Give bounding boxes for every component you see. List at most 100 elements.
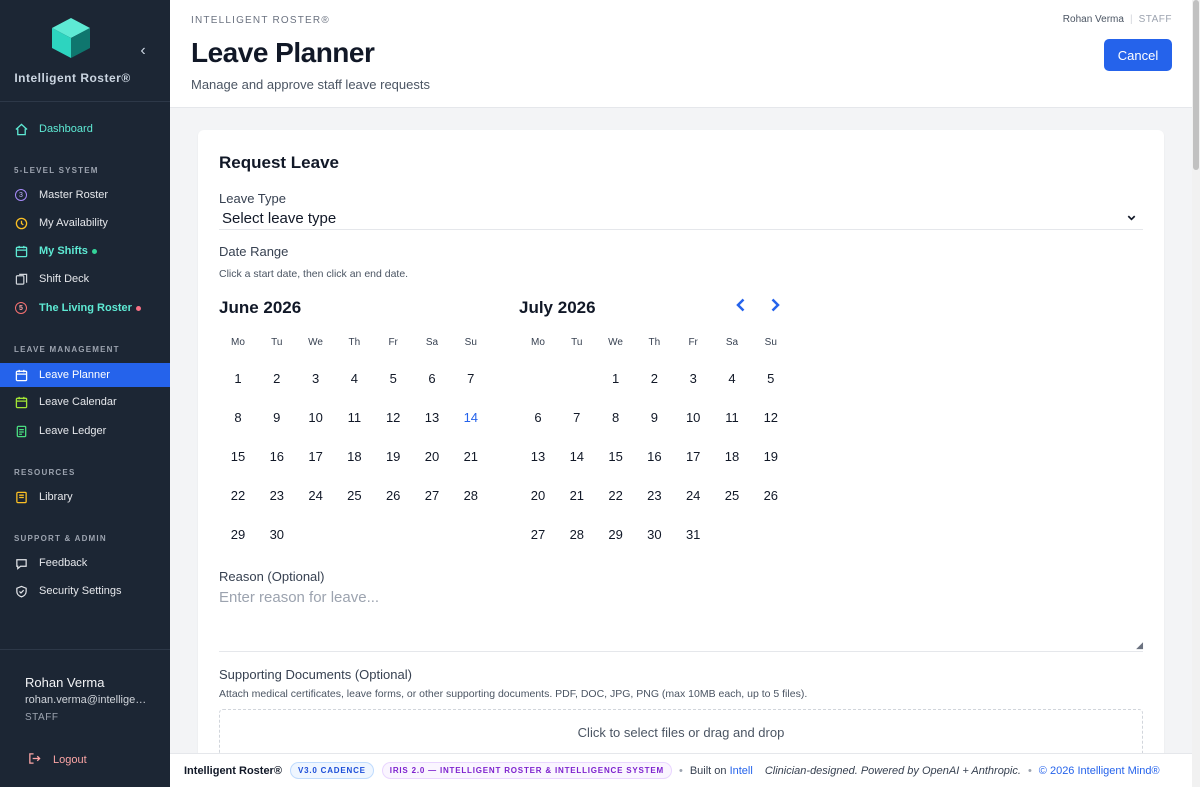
calendar-day[interactable]: 3 [674,371,712,386]
calendar-day[interactable]: 7 [452,371,490,386]
calendar-day[interactable]: 11 [335,410,373,425]
calendar-day[interactable]: 25 [335,488,373,503]
calendar-day[interactable]: 15 [597,449,635,464]
footer-separator: • [1027,764,1032,777]
calendar-day[interactable]: 30 [258,527,296,542]
resize-handle-icon[interactable]: ◢ [1136,640,1143,651]
leave-type-label: Leave Type [219,191,286,206]
calendar-day[interactable]: 21 [558,488,596,503]
calendar-day[interactable]: 15 [219,449,257,464]
calendar-day[interactable]: 29 [219,527,257,542]
calendar-day[interactable]: 19 [752,449,790,464]
calendar-day[interactable]: 20 [413,449,451,464]
calendar-day[interactable]: 12 [752,410,790,425]
sidebar-item-leave-calendar[interactable]: Leave Calendar [0,390,170,414]
sidebar-item-library[interactable]: Library [0,485,170,509]
calendar-day[interactable]: 31 [674,527,712,542]
calendar-day[interactable]: 18 [713,449,751,464]
calendar-day[interactable]: 1 [219,371,257,386]
sidebar-item-leave-planner[interactable]: Leave Planner [0,363,170,387]
calendar-day[interactable]: 8 [219,410,257,425]
logout-button[interactable]: Logout [28,752,87,768]
scrollbar[interactable] [1192,0,1200,787]
page-title: Leave Planner [191,37,375,68]
version-badge: V3.0 CADENCE [289,762,374,779]
footer-copyright[interactable]: © 2026 Intelligent Mind® [1039,765,1160,777]
next-month-button[interactable] [768,297,782,318]
calendar-day[interactable]: 3 [297,371,335,386]
calendar-day[interactable]: 2 [635,371,673,386]
cancel-button[interactable]: Cancel [1104,39,1172,71]
calendar-day[interactable]: 5 [752,371,790,386]
calendar-icon [14,395,28,409]
calendar-day[interactable]: 17 [674,449,712,464]
sidebar-item-master-roster[interactable]: 3 Master Roster [0,183,170,207]
weekday-header: Fr [388,337,398,348]
calendar-day[interactable]: 30 [635,527,673,542]
calendar-day[interactable]: 13 [413,410,451,425]
footer-tagline: Clinician-designed. Powered by OpenAI + … [764,764,1021,777]
calendar-day[interactable]: 23 [258,488,296,503]
brand-name: Intelligent Roster® [14,71,131,85]
calendar-day[interactable]: 18 [335,449,373,464]
scrollbar-thumb[interactable] [1193,0,1199,170]
sidebar-item-dashboard[interactable]: Dashboard [0,117,170,141]
calendar-day[interactable]: 10 [674,410,712,425]
sidebar-item-leave-ledger[interactable]: Leave Ledger [0,419,170,443]
calendar-day[interactable]: 6 [519,410,557,425]
calendar-day[interactable]: 24 [674,488,712,503]
calendar-day[interactable]: 11 [713,410,751,425]
calendar-day[interactable]: 10 [297,410,335,425]
calendar-day[interactable]: 26 [752,488,790,503]
reason-textarea[interactable]: Enter reason for leave... ◢ [219,589,1143,652]
prev-month-button[interactable] [734,297,748,318]
file-dropzone[interactable]: Click to select files or drag and drop [219,709,1143,759]
calendar-day[interactable]: 28 [452,488,490,503]
sidebar-item-living-roster[interactable]: 5 The Living Roster [0,296,170,320]
calendar-day[interactable]: 12 [374,410,412,425]
cards-icon [14,272,28,286]
sidebar-item-security-settings[interactable]: Security Settings [0,579,170,603]
calendar-day[interactable]: 7 [558,410,596,425]
page-header: INTELLIGENT ROSTER® Leave Planner Manage… [170,0,1192,108]
built-on-link[interactable]: Intell [730,765,753,777]
collapse-sidebar-icon[interactable]: ‹ [136,42,150,60]
calendar-day[interactable]: 13 [519,449,557,464]
sidebar-item-shift-deck[interactable]: Shift Deck [0,267,170,291]
calendar-day[interactable]: 27 [413,488,451,503]
calendar-day[interactable]: 4 [335,371,373,386]
calendar-day[interactable]: 8 [597,410,635,425]
sidebar-item-my-shifts[interactable]: My Shifts [0,239,170,263]
calendar-day[interactable]: 23 [635,488,673,503]
calendar-day[interactable]: 24 [297,488,335,503]
calendar-day[interactable]: 16 [258,449,296,464]
calendar-day[interactable]: 26 [374,488,412,503]
calendar-day[interactable]: 4 [713,371,751,386]
sidebar-item-feedback[interactable]: Feedback [0,551,170,575]
calendar-day[interactable]: 25 [713,488,751,503]
calendar-day[interactable]: 5 [374,371,412,386]
calendar-day[interactable]: 2 [258,371,296,386]
calendar-day[interactable]: 9 [258,410,296,425]
calendar-day[interactable]: 1 [597,371,635,386]
weekday-header: Th [648,337,661,348]
calendar-day[interactable]: 16 [635,449,673,464]
calendar-day[interactable]: 19 [374,449,412,464]
weekday-header: Th [348,337,361,348]
calendar-day[interactable]: 6 [413,371,451,386]
weekday-header: We [308,337,323,348]
calendar-day[interactable]: 27 [519,527,557,542]
leave-type-select[interactable]: Select leave type [219,210,1143,230]
calendar-day[interactable]: 28 [558,527,596,542]
calendar-day[interactable]: 21 [452,449,490,464]
calendar-day[interactable]: 14 [558,449,596,464]
calendar-day[interactable]: 14 [452,410,490,425]
calendar-day[interactable]: 29 [597,527,635,542]
calendar-day[interactable]: 17 [297,449,335,464]
calendar-day[interactable]: 22 [597,488,635,503]
calendar-day[interactable]: 20 [519,488,557,503]
weekday-header: Mo [531,337,545,348]
calendar-day[interactable]: 22 [219,488,257,503]
calendar-day[interactable]: 9 [635,410,673,425]
sidebar-item-my-availability[interactable]: My Availability [0,211,170,235]
